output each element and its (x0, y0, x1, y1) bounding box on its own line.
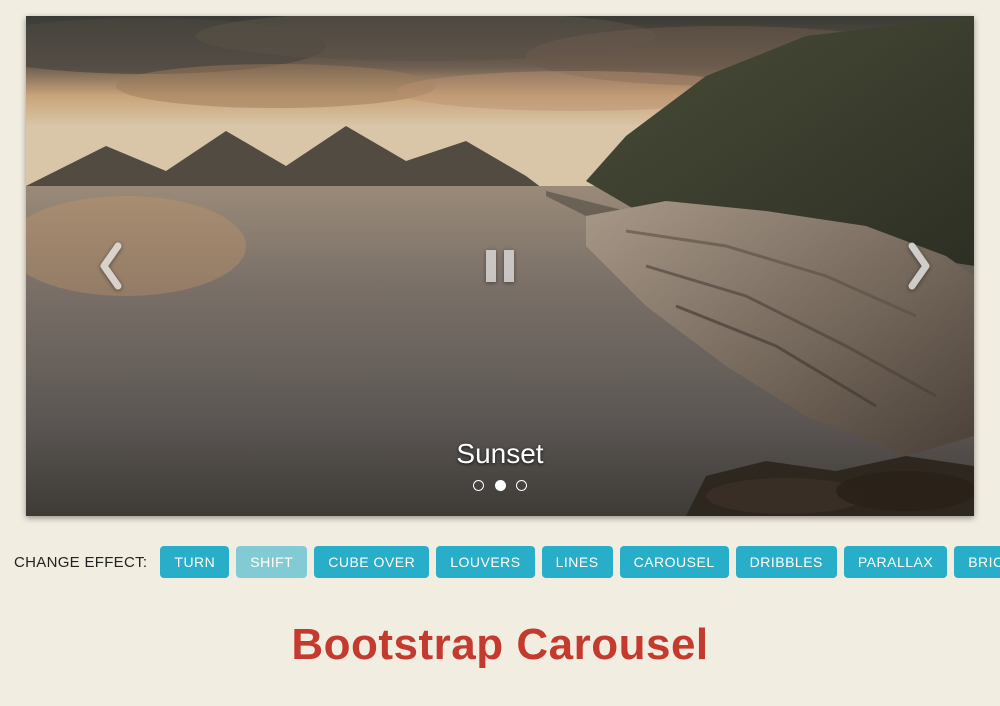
pause-icon (486, 250, 496, 282)
effect-button-brick[interactable]: BRICK (954, 546, 1000, 578)
indicator-dot[interactable] (473, 480, 484, 491)
effect-button-parallax[interactable]: PARALLAX (844, 546, 947, 578)
indicator-dot[interactable] (495, 480, 506, 491)
effect-button-carousel[interactable]: CAROUSEL (620, 546, 729, 578)
pause-button[interactable] (486, 250, 514, 282)
effects-toolbar: CHANGE EFFECT: TURN SHIFT CUBE OVER LOUV… (0, 516, 1000, 578)
effects-label: CHANGE EFFECT: (14, 554, 147, 571)
effect-button-louvers[interactable]: LOUVERS (436, 546, 534, 578)
carousel-prev-arrow[interactable] (96, 241, 126, 291)
effect-button-shift[interactable]: SHIFT (236, 546, 307, 578)
pause-icon (504, 250, 514, 282)
effect-button-dribbles[interactable]: DRIBBLES (736, 546, 837, 578)
carousel-container: Sunset (26, 16, 974, 516)
carousel-indicators (26, 478, 974, 496)
carousel-next-arrow[interactable] (904, 241, 934, 291)
page-title: Bootstrap Carousel (0, 620, 1000, 670)
effect-button-lines[interactable]: LINES (542, 546, 613, 578)
effect-button-cube-over[interactable]: CUBE OVER (314, 546, 429, 578)
indicator-dot[interactable] (516, 480, 527, 491)
effect-button-turn[interactable]: TURN (160, 546, 229, 578)
slide-caption: Sunset (26, 438, 974, 470)
